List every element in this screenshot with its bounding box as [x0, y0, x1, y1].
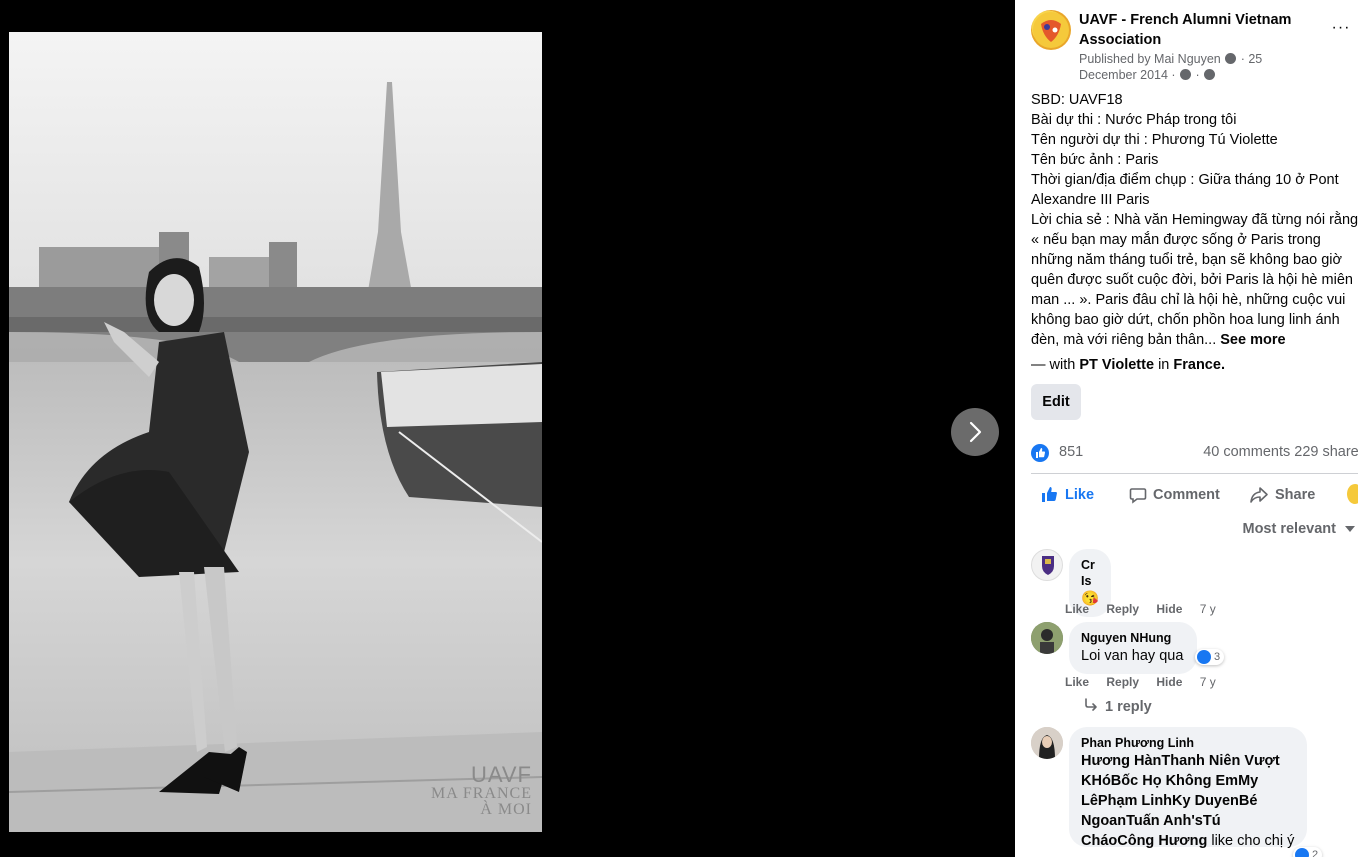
reply-arrow-icon — [1085, 698, 1097, 711]
emoji-reaction-icon[interactable] — [1347, 484, 1358, 504]
commenter-name[interactable]: Nguyen NHung — [1081, 630, 1185, 646]
comment-actions: Like Reply Hide 7 y — [1065, 675, 1230, 689]
comment-text: Hương HànThanh Niên Vượt KHóBốc Họ Không… — [1081, 751, 1295, 851]
share-icon — [1250, 487, 1268, 503]
uavf-logo-icon — [1033, 12, 1069, 48]
like-reaction-icon — [1197, 650, 1211, 664]
watermark-logo: UAVF — [470, 762, 532, 787]
comment-time[interactable]: 7 y — [1200, 675, 1216, 689]
more-options-button[interactable]: ··· — [1324, 18, 1358, 38]
watermark-line-2: À MOI — [480, 801, 532, 818]
uavf-watermark: UAVF MA FRANCE À MOI — [431, 764, 532, 818]
post-side-panel: UAVF - French Alumni Vietnam Association… — [1015, 0, 1358, 857]
sort-label: Most relevant — [1242, 521, 1336, 537]
tagged-line: — with PT Violette in France. — [1031, 355, 1225, 375]
divider — [1031, 473, 1358, 474]
like-reaction-icon[interactable] — [1031, 444, 1049, 462]
post-meta: Published by Mai Nguyen · 25 December 20… — [1079, 52, 1263, 82]
post-line: SBD: UAVF18 — [1031, 92, 1123, 108]
edit-button[interactable]: Edit — [1031, 384, 1081, 420]
published-by[interactable]: Published by Mai Nguyen — [1079, 52, 1221, 66]
see-more-link[interactable]: See more — [1220, 332, 1285, 348]
comments-shares-count[interactable]: 40 comments 229 shares — [1203, 444, 1358, 460]
comment-like-link[interactable]: Like — [1065, 602, 1089, 616]
post-header: UAVF - French Alumni Vietnam Association… — [1031, 8, 1358, 88]
comment-hide-link[interactable]: Hide — [1156, 602, 1182, 616]
comment-sort-dropdown[interactable]: Most relevant — [1242, 521, 1356, 537]
post-line: Tên bức ảnh : Paris — [1031, 152, 1159, 168]
comment-time[interactable]: 7 y — [1200, 602, 1216, 616]
post-line: Tên người dự thi : Phương Tú Violette — [1031, 132, 1278, 148]
page-name-link[interactable]: UAVF - French Alumni Vietnam Association — [1079, 10, 1309, 50]
post-actions: Like Comment Share — [1031, 480, 1358, 512]
commenter-avatar[interactable] — [1031, 549, 1063, 581]
share-label: Share — [1275, 487, 1316, 503]
watermark-line-1: MA FRANCE — [430, 785, 532, 802]
post-photo[interactable]: UAVF MA FRANCE À MOI — [9, 32, 542, 832]
commenter-avatar[interactable] — [1031, 727, 1063, 759]
comment-text: Loi van hay qua — [1081, 648, 1184, 664]
post-line: Bài dự thi : Nước Pháp trong tôi — [1031, 112, 1237, 128]
photo-illustration — [9, 32, 542, 832]
commenter-avatar[interactable] — [1031, 622, 1063, 654]
caret-down-icon — [1345, 526, 1355, 533]
comment-reply-link[interactable]: Reply — [1106, 675, 1139, 689]
comment-reaction-count: 2 — [1312, 849, 1319, 857]
like-label: Like — [1065, 487, 1095, 503]
comment-like-link[interactable]: Like — [1065, 675, 1089, 689]
reaction-count[interactable]: 851 — [1059, 444, 1083, 460]
replies-count: 1 reply — [1105, 699, 1152, 715]
comment-icon — [1129, 488, 1147, 504]
comment-reaction-count: 3 — [1214, 651, 1221, 663]
globe-icon — [1204, 69, 1216, 80]
comment-reply-link[interactable]: Reply — [1106, 602, 1139, 616]
comment-actions: Like Reply Hide 7 y — [1065, 602, 1230, 616]
comment-button[interactable]: Comment — [1129, 486, 1220, 504]
clock-icon — [1180, 69, 1192, 80]
comment-bubble: Nguyen NHung Loi van hay qua — [1069, 622, 1197, 674]
tagged-person-link[interactable]: PT Violette — [1079, 357, 1154, 373]
comment-bubble: Phan Phương Linh Hương HànThanh Niên Vượ… — [1069, 727, 1307, 849]
chevron-right-icon — [969, 421, 982, 443]
share-button[interactable]: Share — [1249, 486, 1315, 504]
post-line-last: Lời chia sẻ : Nhà văn Hemingway đã từng … — [1031, 210, 1358, 350]
comment-label: Comment — [1153, 487, 1220, 503]
university-crest-icon — [1042, 556, 1054, 575]
commenter-name[interactable]: Phan Phương Linh — [1081, 735, 1295, 751]
next-photo-button[interactable] — [951, 408, 999, 456]
person-photo-icon — [1031, 727, 1063, 759]
post-stats: 851 40 comments 229 shares — [1031, 443, 1358, 463]
comment-reaction-badge[interactable]: 2 — [1293, 847, 1323, 857]
with-prefix: — with — [1031, 357, 1076, 373]
page-avatar[interactable] — [1031, 10, 1071, 50]
post-line: Lời chia sẻ : Nhà văn Hemingway đã từng … — [1031, 212, 1358, 348]
question-icon[interactable] — [1225, 53, 1237, 64]
comment-reaction-badge[interactable]: 3 — [1195, 649, 1225, 665]
commenter-name[interactable]: Cr Is — [1081, 557, 1099, 589]
like-button[interactable]: Like — [1041, 486, 1094, 504]
place-link[interactable]: France. — [1173, 357, 1225, 373]
thumbs-up-icon — [1042, 487, 1057, 502]
post-line: Thời gian/địa điểm chụp : Giữa tháng 10 … — [1031, 172, 1339, 208]
post-text: SBD: UAVF18 Bài dự thi : Nước Pháp trong… — [1031, 90, 1358, 350]
like-reaction-icon — [1295, 848, 1309, 857]
view-replies-link[interactable]: 1 reply — [1083, 698, 1152, 715]
photo-viewer: UAVF MA FRANCE À MOI — [0, 0, 1015, 857]
in-word: in — [1158, 357, 1170, 373]
comment-text-rest: like cho chị ý — [1207, 833, 1295, 849]
person-photo-icon — [1031, 622, 1063, 654]
comment-hide-link[interactable]: Hide — [1156, 675, 1182, 689]
